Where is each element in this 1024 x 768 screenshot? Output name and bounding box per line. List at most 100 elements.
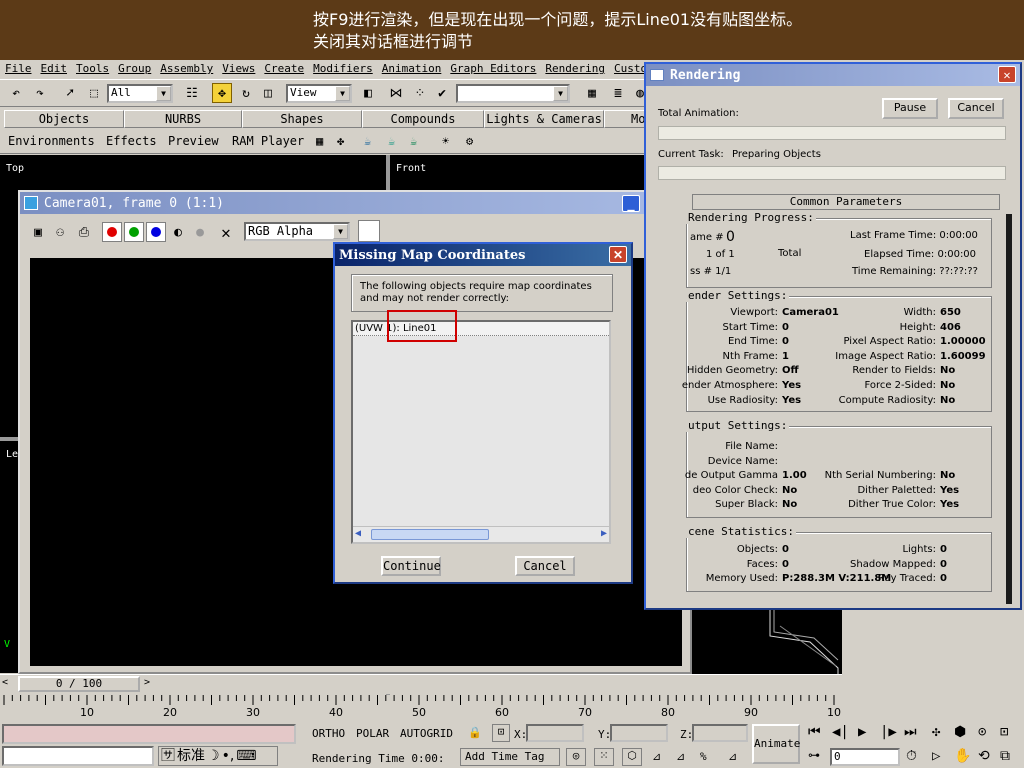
current-frame-field[interactable]: 0: [830, 748, 900, 766]
scroll-right-icon[interactable]: ▶: [601, 528, 607, 539]
selection-filter-dropdown[interactable]: All ▼: [107, 84, 173, 103]
zoom-icon[interactable]: ⊙: [978, 724, 986, 740]
common-parameters-header[interactable]: Common Parameters: [692, 194, 1000, 210]
menu-modifiers[interactable]: Modifiers: [313, 62, 373, 76]
go-to-end-icon[interactable]: ⏭: [904, 724, 917, 740]
keyboard-icon[interactable]: ⌨: [236, 747, 256, 765]
blue-channel-icon[interactable]: [146, 222, 166, 242]
ram-player-button[interactable]: RAM Player: [232, 134, 304, 148]
y-field[interactable]: [610, 724, 668, 742]
minimize-icon[interactable]: _: [622, 195, 640, 212]
channel-dropdown[interactable]: RGB Alpha ▼: [244, 222, 350, 241]
menu-tools[interactable]: Tools: [76, 62, 109, 76]
preview-button[interactable]: Preview: [168, 134, 219, 148]
rotate-icon[interactable]: ↻: [236, 83, 256, 103]
tab-objects[interactable]: Objects: [4, 110, 124, 128]
viewport-perspective[interactable]: [690, 608, 842, 674]
percent-snap-icon[interactable]: ⊿: [652, 750, 661, 763]
scroll-left-icon[interactable]: ◀: [355, 528, 361, 539]
teapot-icon[interactable]: ☕: [388, 134, 395, 148]
render-last-icon[interactable]: ☕: [410, 134, 417, 148]
move-icon[interactable]: ✥: [212, 83, 232, 103]
menu-file[interactable]: File: [5, 62, 32, 76]
render-cancel-button[interactable]: Cancel: [948, 98, 1004, 119]
pause-button[interactable]: Pause: [882, 98, 938, 119]
menu-animation[interactable]: Animation: [382, 62, 442, 76]
horizontal-scrollbar[interactable]: ◀ ▶: [353, 526, 609, 542]
tab-lights-cameras[interactable]: Lights & Cameras: [484, 110, 604, 128]
lock-icon[interactable]: 🔒: [468, 726, 482, 739]
polar-toggle[interactable]: POLAR: [356, 727, 389, 740]
x-field[interactable]: [526, 724, 584, 742]
cancel-button[interactable]: Cancel: [515, 556, 575, 576]
animate-button[interactable]: Animate: [752, 724, 800, 764]
scale-icon[interactable]: ◫: [258, 83, 278, 103]
edit-named-icon[interactable]: ⊿: [728, 750, 737, 763]
sun-icon[interactable]: ☀: [442, 134, 449, 148]
region-select-icon[interactable]: ⬚: [84, 83, 104, 103]
menu-create[interactable]: Create: [264, 62, 304, 76]
menu-views[interactable]: Views: [222, 62, 255, 76]
track-bar[interactable]: 10 20 30 40 50 60 70 80 90 10: [0, 695, 841, 719]
tab-nurbs[interactable]: NURBS: [124, 110, 242, 128]
align-icon[interactable]: ✔: [432, 83, 452, 103]
time-slider-track[interactable]: < 0 / 100 >: [0, 674, 842, 694]
viewport-front[interactable]: Front: [390, 155, 650, 195]
next-frame-icon[interactable]: |▶: [880, 724, 897, 740]
red-channel-icon[interactable]: [102, 222, 122, 242]
frame-window-titlebar[interactable]: Camera01, frame 0 (1:1) _ □ ✕: [20, 192, 690, 214]
close-icon[interactable]: ✕: [998, 66, 1016, 83]
pivot-icon[interactable]: ◧: [358, 83, 378, 103]
save-icon[interactable]: ▣: [28, 222, 48, 242]
menu-graph-editors[interactable]: Graph Editors: [450, 62, 536, 76]
select-arrow-icon[interactable]: ➚: [60, 83, 80, 103]
tab-more[interactable]: Mo: [604, 110, 645, 128]
render-effects-icon[interactable]: ✤: [337, 134, 344, 148]
field-of-view-icon[interactable]: ▷: [932, 748, 940, 764]
maxscript-listener[interactable]: [2, 724, 296, 744]
time-slider-thumb[interactable]: 0 / 100: [18, 676, 140, 692]
mono-icon[interactable]: ●: [190, 222, 210, 242]
print-icon[interactable]: ⎙: [74, 222, 94, 242]
arc-rotate-icon[interactable]: ⟲: [978, 748, 990, 764]
percent-icon[interactable]: %: [700, 750, 707, 763]
prompt-field[interactable]: [2, 746, 154, 766]
clear-icon[interactable]: ✕: [216, 222, 236, 242]
menu-assembly[interactable]: Assembly: [160, 62, 213, 76]
orbit-icon[interactable]: ⬢: [954, 724, 966, 740]
continue-button[interactable]: Continue: [381, 556, 441, 576]
effects-button[interactable]: Effects: [106, 134, 157, 148]
named-selection-dropdown[interactable]: ▼: [456, 84, 570, 103]
moon-icon[interactable]: ☽: [207, 747, 220, 765]
tab-compounds[interactable]: Compounds: [362, 110, 484, 128]
array-icon[interactable]: ⁘: [410, 83, 430, 103]
scroll-thumb[interactable]: [371, 529, 489, 540]
ime-icon[interactable]: 🈂: [161, 747, 175, 765]
time-config-icon[interactable]: ⏱: [906, 748, 917, 764]
undo-icon[interactable]: ↶: [6, 83, 26, 103]
snap-icon[interactable]: ⁙: [594, 748, 614, 766]
hand-icon[interactable]: ✋: [954, 748, 971, 764]
alpha-channel-icon[interactable]: ◐: [168, 222, 188, 242]
quick-render-icon[interactable]: ☕: [364, 134, 371, 148]
menu-edit[interactable]: Edit: [41, 62, 68, 76]
pan-icon[interactable]: ✣: [932, 724, 940, 740]
menu-rendering[interactable]: Rendering: [545, 62, 605, 76]
z-field[interactable]: [692, 724, 748, 742]
green-channel-icon[interactable]: [124, 222, 144, 242]
play-icon[interactable]: ▶: [858, 724, 866, 740]
tab-shapes[interactable]: Shapes: [242, 110, 362, 128]
ortho-toggle[interactable]: ORTHO: [312, 727, 345, 740]
missing-objects-list[interactable]: (UVW 1): Line01 ◀ ▶: [351, 320, 611, 544]
key-mode-icon[interactable]: ⊶: [808, 748, 820, 762]
render-scene-icon[interactable]: ▦: [316, 134, 323, 148]
add-time-tag-button[interactable]: Add Time Tag: [460, 748, 560, 766]
schematic-icon[interactable]: ≣: [608, 83, 628, 103]
track-view-icon[interactable]: ▦: [582, 83, 602, 103]
color-swatch[interactable]: [358, 220, 380, 242]
autogrid-toggle[interactable]: AUTOGRID: [400, 727, 453, 740]
mirror-icon[interactable]: ⋈: [386, 83, 406, 103]
menu-group[interactable]: Group: [118, 62, 151, 76]
ime-toolbar[interactable]: 🈂 标准 ☽ •, ⌨: [158, 746, 278, 766]
selection-lock-icon[interactable]: ◎: [566, 748, 586, 766]
